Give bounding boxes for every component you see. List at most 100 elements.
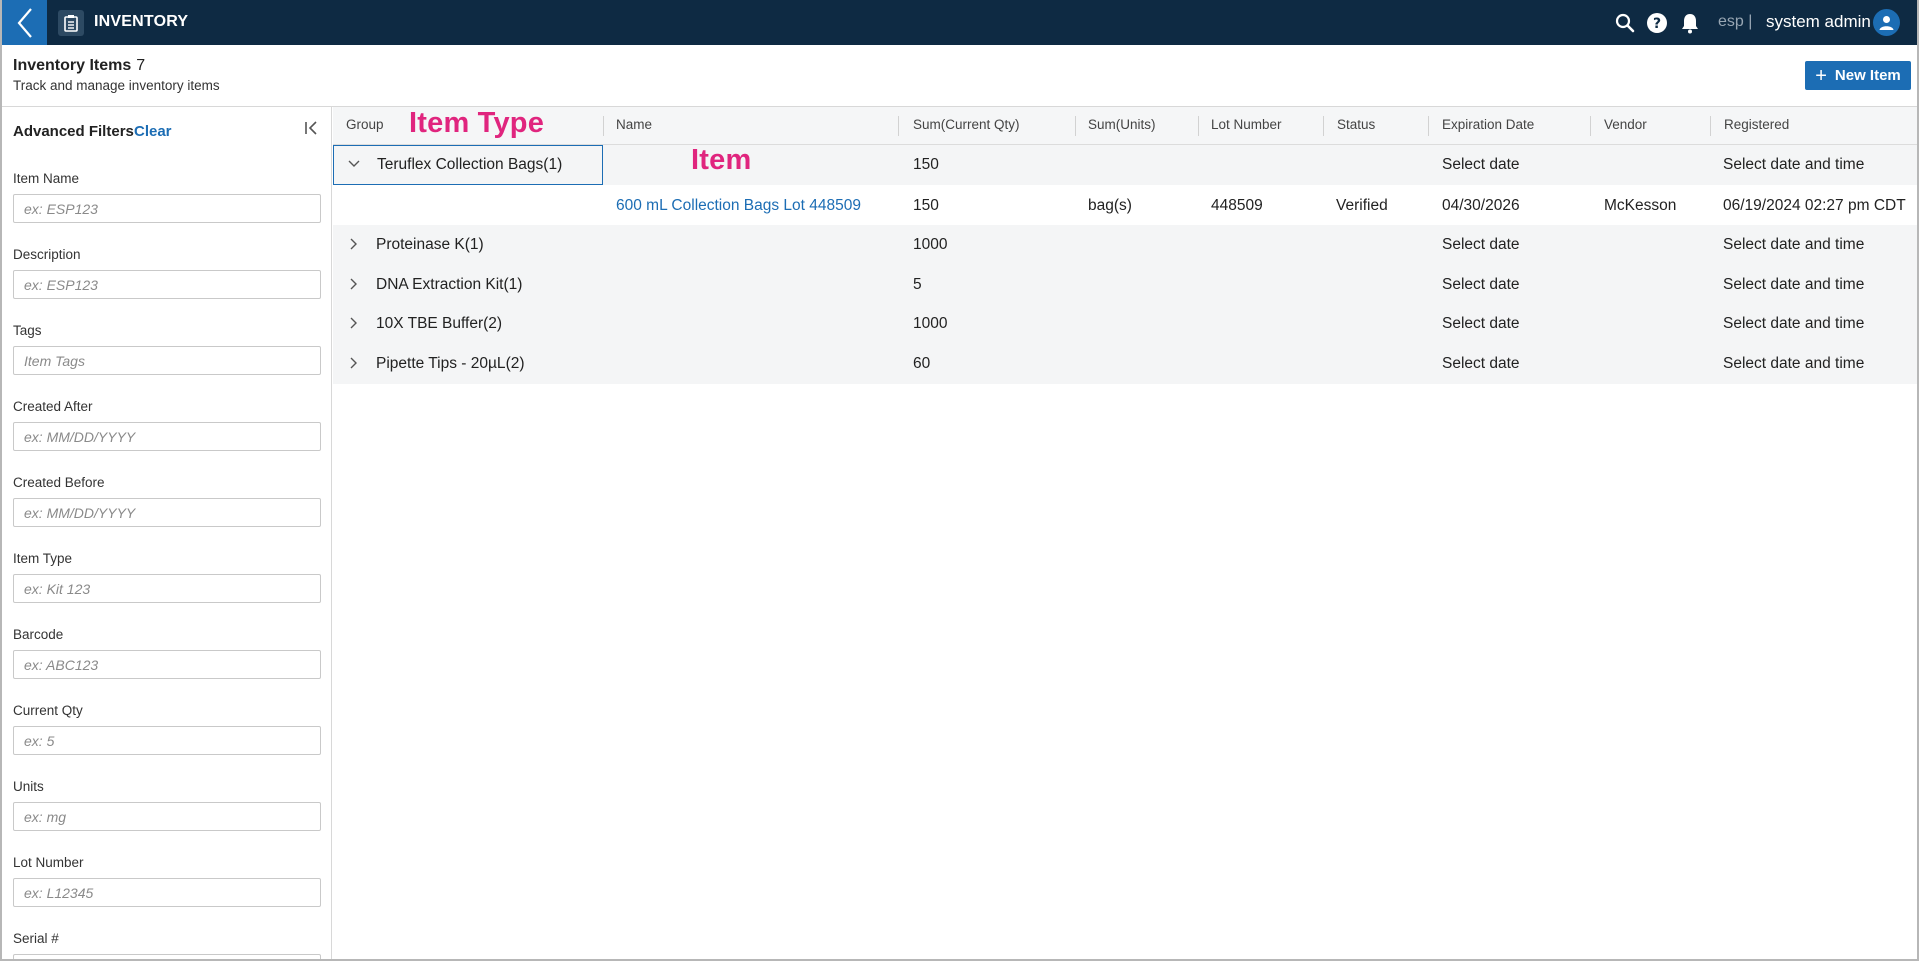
filter-tags: Tags Item Tags [13, 323, 321, 375]
filter-label: Units [13, 779, 44, 794]
search-icon[interactable] [1614, 12, 1636, 34]
column-divider[interactable] [1710, 116, 1711, 136]
filter-current-qty: Current Qty ex: 5 [13, 703, 321, 755]
filter-label: Item Name [13, 171, 80, 186]
new-item-label: New Item [1834, 67, 1901, 84]
page-title-text: Inventory Items [13, 57, 132, 74]
avatar[interactable] [1873, 9, 1900, 36]
help-icon[interactable]: ? [1646, 12, 1668, 34]
column-header-name[interactable]: Name [616, 117, 652, 132]
bell-icon[interactable] [1679, 12, 1701, 34]
filter-created-after: Created After ex: MM/DD/YYYY [13, 399, 321, 451]
table-row[interactable]: Teruflex Collection Bags(1) Item 150 Sel… [333, 144, 1917, 185]
filter-label: Tags [13, 323, 42, 338]
filter-label: Current Qty [13, 703, 83, 718]
barcode-input[interactable]: ex: ABC123 [13, 650, 321, 679]
group-name: DNA Extraction Kit(1) [376, 276, 523, 293]
item-type-annotation: Item Type [409, 107, 545, 139]
description-input[interactable]: ex: ESP123 [13, 270, 321, 299]
tenant-label[interactable]: esp | [1718, 13, 1752, 31]
lot-number-cell: 448509 [1211, 197, 1263, 214]
filter-item-type: Item Type ex: Kit 123 [13, 551, 321, 603]
expiration-cell[interactable]: Select date [1442, 315, 1520, 333]
advanced-filters-panel: Advanced Filters Clear Item Name ex: ESP… [2, 107, 332, 959]
group-name: Teruflex Collection Bags(1) [377, 156, 563, 173]
column-header-expiration-date[interactable]: Expiration Date [1442, 117, 1534, 132]
units-input[interactable]: ex: mg [13, 802, 321, 831]
filter-created-before: Created Before ex: MM/DD/YYYY [13, 475, 321, 527]
qty-cell: 1000 [913, 315, 948, 332]
collapse-left-icon[interactable] [302, 119, 320, 137]
item-name-link[interactable]: 600 mL Collection Bags Lot 448509 [616, 197, 861, 215]
column-divider[interactable] [603, 116, 604, 136]
item-count: 7 [136, 57, 146, 74]
item-name-input[interactable]: ex: ESP123 [13, 194, 321, 223]
created-after-input[interactable]: ex: MM/DD/YYYY [13, 422, 321, 451]
filter-units: Units ex: mg [13, 779, 321, 831]
created-before-input[interactable]: ex: MM/DD/YYYY [13, 498, 321, 527]
table-row[interactable]: Proteinase K(1) 1000 Select date Select … [333, 225, 1917, 265]
tags-input[interactable]: Item Tags [13, 346, 321, 375]
filter-label: Serial # [13, 931, 59, 946]
item-type-input[interactable]: ex: Kit 123 [13, 574, 321, 603]
column-header-sum-units[interactable]: Sum(Units) [1088, 117, 1156, 132]
registered-cell[interactable]: Select date and time [1723, 355, 1864, 373]
inventory-table: Group Name Sum(Current Qty) Sum(Units) L… [333, 107, 1917, 959]
registered-cell[interactable]: 06/19/2024 02:27 pm CDT [1723, 197, 1906, 215]
filter-label: Description [13, 247, 81, 262]
group-name: Pipette Tips - 20µL(2) [376, 355, 525, 372]
group-name: Proteinase K(1) [376, 236, 484, 253]
app-title: INVENTORY [94, 13, 189, 30]
chevron-left-icon [17, 7, 32, 38]
clear-filters-link[interactable]: Clear [134, 123, 172, 140]
user-name[interactable]: system admin [1766, 12, 1871, 32]
column-header-group[interactable]: Group [346, 117, 384, 132]
registered-cell[interactable]: Select date and time [1723, 156, 1864, 174]
plus-icon: + [1815, 64, 1827, 87]
table-row[interactable]: DNA Extraction Kit(1) 5 Select date Sele… [333, 265, 1917, 305]
registered-cell[interactable]: Select date and time [1723, 315, 1864, 333]
expiration-cell[interactable]: Select date [1442, 276, 1520, 294]
app-frame: INVENTORY ? esp | system admin Inventory… [0, 0, 1919, 961]
table-header: Group Name Sum(Current Qty) Sum(Units) L… [333, 107, 1917, 145]
expiration-cell[interactable]: 04/30/2026 [1442, 197, 1520, 215]
new-item-button[interactable]: + New Item [1805, 61, 1911, 90]
table-row[interactable]: 10X TBE Buffer(2) 1000 Select date Selec… [333, 304, 1917, 344]
lot-number-input[interactable]: ex: L12345 [13, 878, 321, 907]
page-subtitle: Track and manage inventory items [13, 78, 220, 93]
chevron-right-icon[interactable] [347, 277, 361, 291]
qty-cell: 60 [913, 355, 931, 372]
serial-input[interactable] [13, 954, 321, 959]
chevron-right-icon[interactable] [347, 237, 361, 251]
column-divider[interactable] [898, 116, 899, 136]
clipboard-icon [58, 10, 84, 36]
chevron-right-icon[interactable] [347, 356, 361, 370]
units-cell: bag(s) [1088, 197, 1132, 214]
table-row[interactable]: 600 mL Collection Bags Lot 448509 150 ba… [333, 186, 1917, 226]
column-header-registered[interactable]: Registered [1724, 117, 1789, 132]
expiration-cell[interactable]: Select date [1442, 156, 1520, 174]
qty-cell: 1000 [913, 236, 948, 253]
column-divider[interactable] [1323, 116, 1324, 136]
expiration-cell[interactable]: Select date [1442, 236, 1520, 254]
filter-label: Item Type [13, 551, 73, 566]
column-divider[interactable] [1590, 116, 1591, 136]
column-header-sum-current-qty[interactable]: Sum(Current Qty) [913, 117, 1020, 132]
column-header-status[interactable]: Status [1337, 117, 1375, 132]
vendor-cell: McKesson [1604, 197, 1677, 214]
back-button[interactable] [2, 0, 47, 45]
chevron-down-icon[interactable] [347, 157, 361, 171]
column-header-lot-number[interactable]: Lot Number [1211, 117, 1282, 132]
column-header-vendor[interactable]: Vendor [1604, 117, 1647, 132]
item-annotation: Item [691, 144, 752, 176]
table-row[interactable]: Pipette Tips - 20µL(2) 60 Select date Se… [333, 344, 1917, 384]
current-qty-input[interactable]: ex: 5 [13, 726, 321, 755]
filter-label: Created Before [13, 475, 105, 490]
registered-cell[interactable]: Select date and time [1723, 276, 1864, 294]
column-divider[interactable] [1075, 116, 1076, 136]
column-divider[interactable] [1428, 116, 1429, 136]
column-divider[interactable] [1198, 116, 1199, 136]
registered-cell[interactable]: Select date and time [1723, 236, 1864, 254]
chevron-right-icon[interactable] [347, 316, 361, 330]
expiration-cell[interactable]: Select date [1442, 355, 1520, 373]
